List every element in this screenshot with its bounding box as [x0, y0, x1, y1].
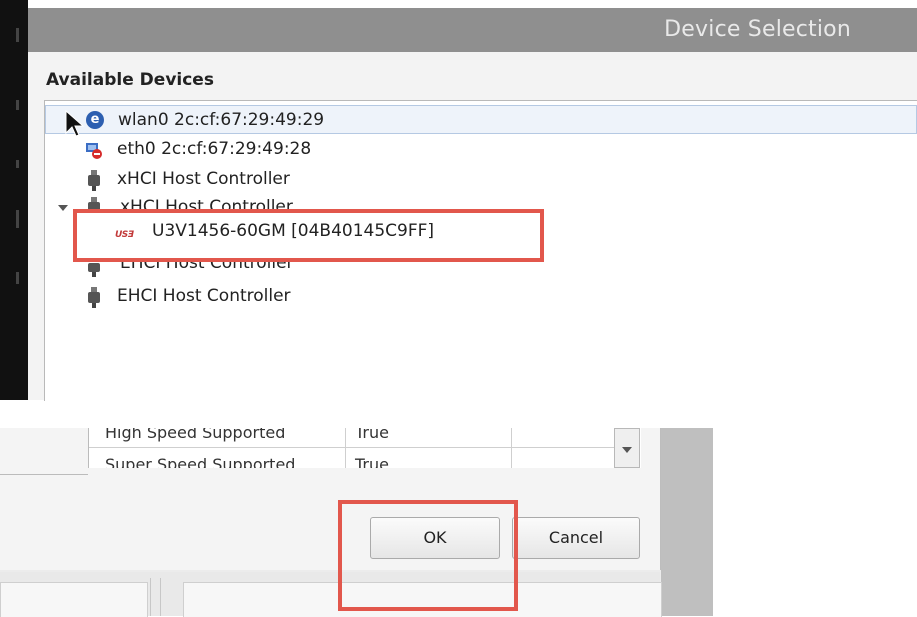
highlight-annotation-box [73, 209, 544, 262]
device-label: wlan0 2c:cf:67:29:49:29 [118, 110, 325, 130]
device-row-wlan0[interactable]: e wlan0 2c:cf:67:29:49:29 [45, 105, 917, 134]
device-row-xhci-1[interactable]: xHCI Host Controller [45, 165, 917, 194]
dialog-footer-area: High Speed Supported True Super Speed Su… [0, 428, 661, 570]
background-window-edge [0, 0, 28, 400]
device-label: xHCI Host Controller [120, 197, 293, 209]
device-label: xHCI Host Controller [117, 169, 290, 189]
device-row-ehci-2[interactable]: EHCI Host Controller [45, 282, 917, 311]
usb-plug-icon [87, 197, 101, 209]
left-panel-edge [0, 428, 88, 475]
property-name: High Speed Supported [105, 428, 286, 442]
device-label: EHCI Host Controller [117, 286, 291, 306]
device-row-eth0[interactable]: eth0 2c:cf:67:29:49:28 [45, 135, 917, 164]
usb-plug-icon [87, 287, 105, 308]
property-value: True [355, 455, 389, 468]
device-row-ehci-1[interactable]: EHCI Host Controller [120, 262, 294, 274]
device-row-xhci-2[interactable]: xHCI Host Controller [120, 196, 293, 209]
cancel-button[interactable]: Cancel [512, 517, 640, 559]
background-window-bar [0, 572, 662, 617]
device-label: eth0 2c:cf:67:29:49:28 [117, 139, 312, 159]
dialog-title: Device Selection [664, 17, 851, 42]
highlight-annotation-box [338, 500, 518, 611]
usb-plug-icon [87, 170, 105, 191]
device-label: EHCI Host Controller [120, 262, 294, 273]
properties-scrollbar[interactable] [614, 428, 640, 468]
property-name: Super Speed Supported [105, 455, 296, 468]
property-value: True [355, 428, 389, 442]
device-selection-dialog-bottom: High Speed Supported True Super Speed Su… [0, 428, 713, 617]
background-window-edge [661, 428, 713, 616]
network-globe-icon: e [86, 111, 104, 129]
device-properties-table[interactable]: High Speed Supported True Super Speed Su… [88, 428, 641, 468]
expand-toggle-icon[interactable] [58, 205, 68, 211]
available-devices-label: Available Devices [46, 70, 214, 90]
device-selection-dialog-top: Device Selection Available Devices e wla… [0, 0, 917, 401]
scroll-down-icon[interactable] [622, 447, 632, 453]
dialog-titlebar[interactable]: Device Selection [28, 8, 917, 52]
usb-plug-icon [87, 263, 101, 277]
ethernet-disconnected-icon [85, 140, 103, 159]
mouse-cursor-icon [65, 109, 85, 137]
